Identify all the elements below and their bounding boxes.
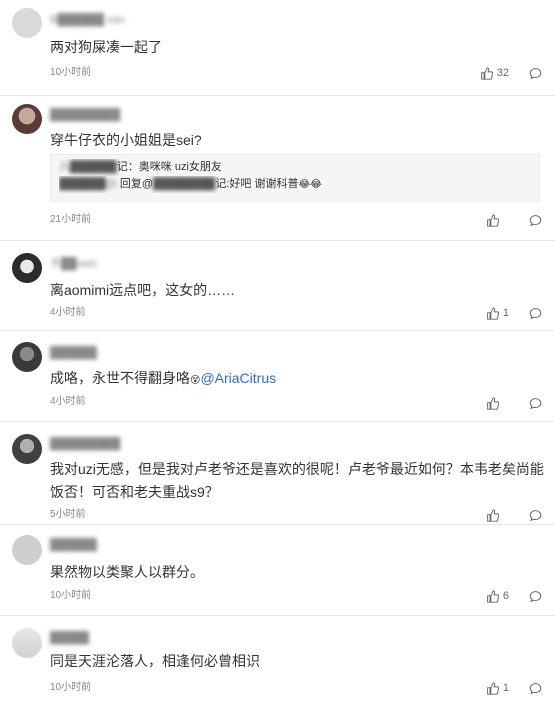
comment-time: 10小时前 <box>50 590 92 601</box>
like-button[interactable] <box>486 213 509 227</box>
comment-username[interactable]: █████ <box>50 631 89 645</box>
comment-bubble-icon <box>529 67 542 79</box>
comment-actions: 1 <box>486 305 542 321</box>
like-button[interactable]: 1 <box>486 306 509 320</box>
emoji: 😵 <box>190 375 201 386</box>
comment-time: 5小时前 <box>50 509 86 520</box>
comment-actions <box>486 395 542 411</box>
comment-bubble-icon <box>529 682 542 694</box>
reply-button[interactable] <box>529 509 542 522</box>
avatar[interactable] <box>12 628 42 658</box>
comment-actions <box>486 507 542 523</box>
reply-button[interactable] <box>529 67 542 80</box>
comment-text: 同是天涯沦落人，相逢何必曾相识 <box>50 653 260 669</box>
thumbs-up-icon <box>487 213 499 227</box>
reply-button[interactable] <box>529 397 542 410</box>
thumbs-up-icon <box>487 681 499 695</box>
reply-button[interactable] <box>529 590 542 603</box>
reply-text: 记：奥咪咪 uzi女朋友 <box>116 161 222 173</box>
thumbs-up-icon <box>480 66 493 80</box>
like-button[interactable]: 6 <box>486 589 509 603</box>
comment-text: 果然物以类聚人以群分。 <box>50 564 204 580</box>
comment-item: ██████ 果然物以类聚人以群分。 10小时前 6 <box>0 525 554 615</box>
reply-line: ██████小 回复@████████记:好吧 谢谢科普😂😂 <box>59 176 531 193</box>
comment-username[interactable]: ██████ <box>50 538 97 552</box>
like-count: 32 <box>496 67 509 79</box>
like-button[interactable] <box>486 508 509 522</box>
comment-actions <box>486 212 542 228</box>
emoji: 😂😂 <box>298 179 322 190</box>
mention-link[interactable]: @AriaCitrus <box>200 370 276 386</box>
like-button[interactable]: 32 <box>480 66 509 80</box>
comment-item: █████████ 我对uzi无感，但是我对卢老爷还是喜欢的很呢！卢老爷最近如何… <box>0 422 554 524</box>
thumbs-up-icon <box>487 508 499 522</box>
like-button[interactable] <box>486 396 509 410</box>
comment-bubble-icon <box>529 397 542 409</box>
comment-username[interactable]: ██████ <box>50 346 97 360</box>
comment-username[interactable]: █████████ <box>50 108 120 122</box>
like-button[interactable]: 1 <box>486 681 509 695</box>
comment-feed: B██████ san 两对狗屎凑一起了 10小时前 32 █████████ … <box>0 0 554 708</box>
thumbs-up-icon <box>487 589 499 603</box>
reply-button[interactable] <box>529 682 542 695</box>
comment-actions: 32 <box>480 65 542 81</box>
comment-time: 4小时前 <box>50 307 86 318</box>
comment-time: 10小时前 <box>50 67 92 78</box>
comment-time: 10小时前 <box>50 682 92 693</box>
comment-username[interactable]: B██████ san <box>50 13 125 27</box>
comment-item: ██████ 成咯，永世不得翻身咯😵@AriaCitrus 4小时前 <box>0 331 554 421</box>
comment-actions: 6 <box>486 588 542 604</box>
comment-username[interactable]: 不██owo <box>50 257 97 271</box>
avatar[interactable] <box>12 434 42 464</box>
thumbs-up-icon <box>487 306 499 320</box>
comment-text: 成咯，永世不得翻身咯😵@AriaCitrus <box>50 367 538 392</box>
reply-button[interactable] <box>529 214 542 227</box>
comment-bubble-icon <box>529 509 542 521</box>
reply-text: 记:好吧 谢谢科普 <box>215 178 299 190</box>
reply-author: 八██████ <box>59 161 117 173</box>
comment-bubble-icon <box>529 590 542 602</box>
comment-item: █████████ 穿牛仔衣的小姐姐是sei? 八██████记：奥咪咪 uzi… <box>0 96 554 240</box>
like-count: 1 <box>502 307 509 319</box>
comment-item: 不██owo 离aomimi远点吧，这女的…… 4小时前 1 <box>0 241 554 330</box>
comment-bubble-icon <box>529 214 542 226</box>
comment-text: 两对狗屎凑一起了 <box>50 39 162 55</box>
reply-text: 回复@ <box>119 178 153 190</box>
comment-time: 4小时前 <box>50 396 86 407</box>
avatar[interactable] <box>12 342 42 372</box>
comment-text: 离aomimi远点吧，这女的…… <box>50 282 236 298</box>
comment-username[interactable]: █████████ <box>50 437 120 451</box>
like-count: 6 <box>502 590 509 602</box>
reply-preview[interactable]: 八██████记：奥咪咪 uzi女朋友 ██████小 回复@████████记… <box>50 154 540 202</box>
comment-bubble-icon <box>529 307 542 319</box>
comment-actions: 1 <box>486 680 542 696</box>
avatar[interactable] <box>12 104 42 134</box>
comment-time: 21小时前 <box>50 214 92 225</box>
avatar[interactable] <box>12 535 42 565</box>
reply-mention: ████████ <box>153 178 216 190</box>
avatar[interactable] <box>12 8 42 38</box>
reply-line: 八██████记：奥咪咪 uzi女朋友 <box>59 159 531 176</box>
reply-author: ██████小 <box>59 178 117 190</box>
like-count: 1 <box>502 682 509 694</box>
comment-text-body: 成咯，永世不得翻身咯 <box>50 370 190 386</box>
comment-text: 穿牛仔衣的小姐姐是sei? <box>50 132 202 148</box>
avatar[interactable] <box>12 253 42 283</box>
reply-button[interactable] <box>529 307 542 320</box>
comment-item: █████ 同是天涯沦落人，相逢何必曾相识 10小时前 1 <box>0 616 554 708</box>
comment-text: 我对uzi无感，但是我对卢老爷还是喜欢的很呢！卢老爷最近如何？本韦老矣尚能饭否！… <box>50 461 544 500</box>
comment-item: B██████ san 两对狗屎凑一起了 10小时前 32 <box>0 0 554 95</box>
thumbs-up-icon <box>487 396 499 410</box>
